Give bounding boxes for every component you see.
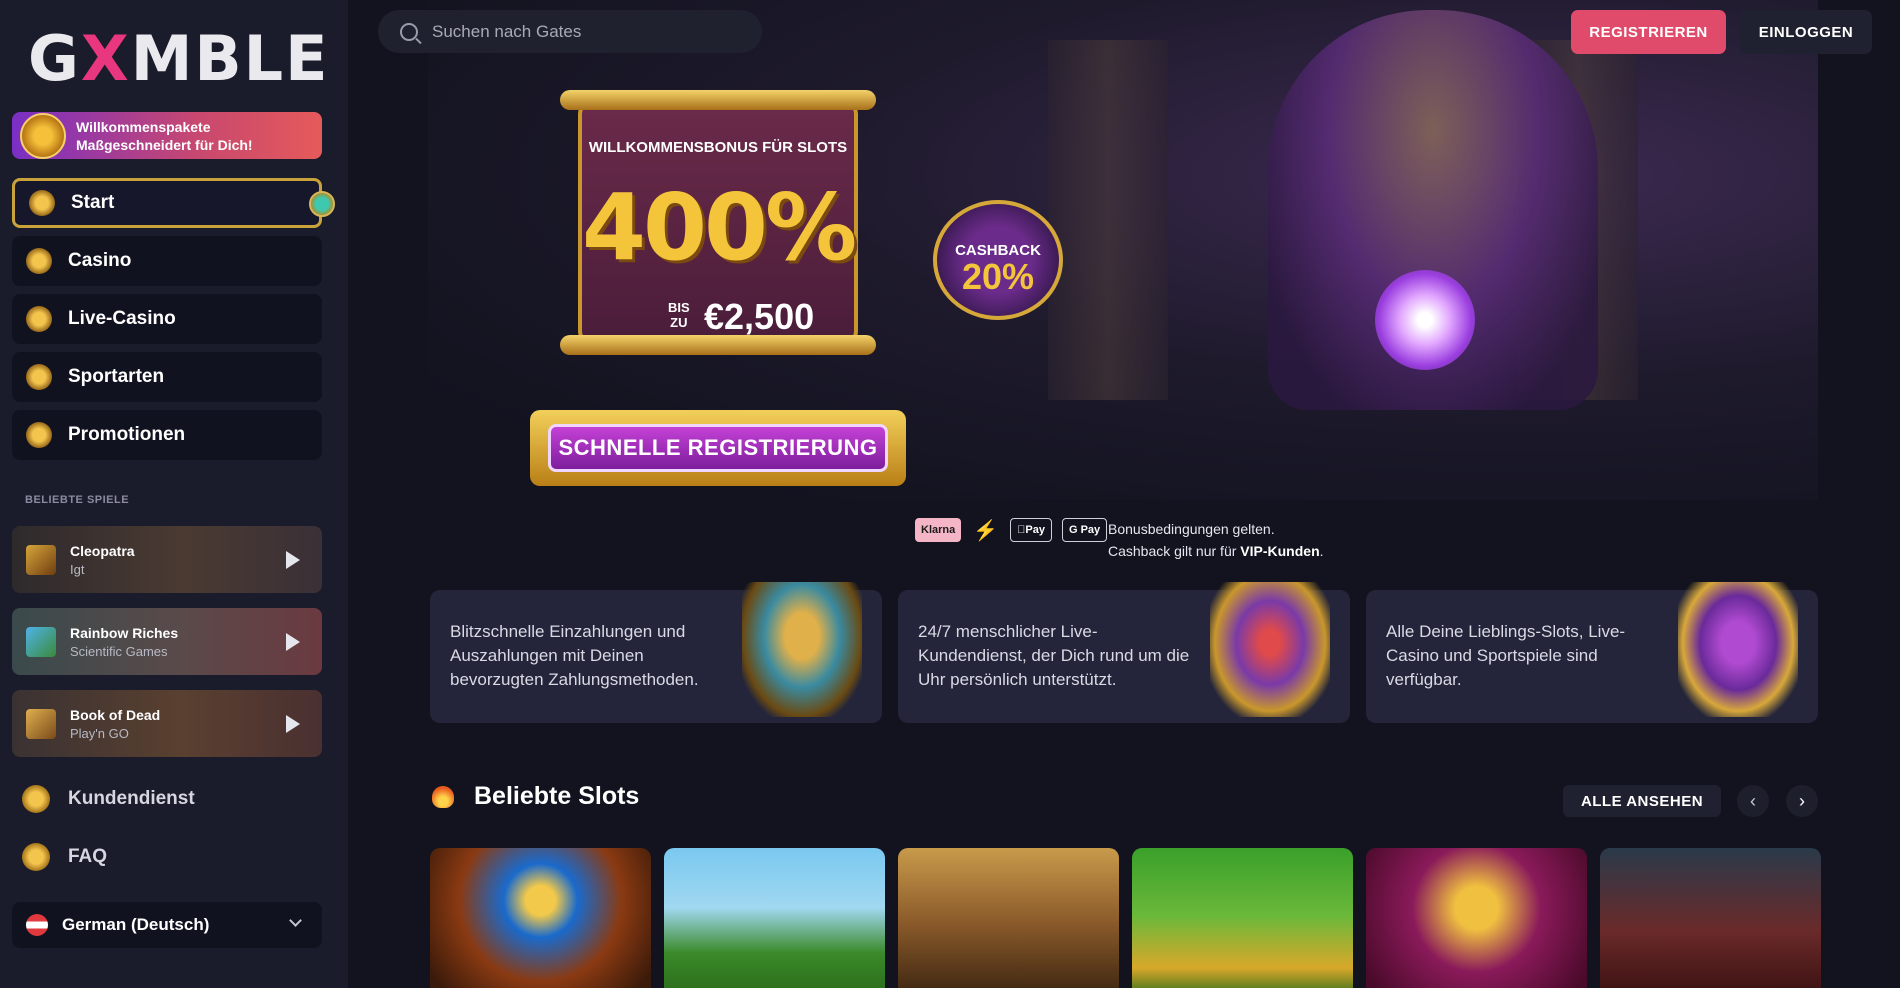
sidebar-item-sportarten[interactable]: Sportarten [12,352,322,402]
slot-tile-gold-coins[interactable] [1366,848,1587,988]
sidebar-item-faq[interactable]: FAQ [22,843,107,871]
slot-tile-women[interactable] [1600,848,1821,988]
slot-tile-adventurer[interactable] [898,848,1119,988]
chip-icon [26,248,52,274]
slot-tile-leprechaun[interactable] [664,848,885,988]
book-of-dead-thumbnail [26,708,56,739]
magic-book-icon [1210,582,1330,717]
gem-icon [309,191,335,217]
search-input[interactable] [432,21,732,42]
slot-tile-eye-of-horus[interactable] [430,848,651,988]
play-icon[interactable] [286,551,300,569]
game-card-cleopatra[interactable]: Cleopatra Igt [12,526,322,593]
popular-slots-header: Beliebte Slots [432,782,639,811]
promo-line2: Maßgeschneidert für Dich! [76,136,253,153]
rainbow-riches-thumbnail [26,626,56,657]
promo-line1: Willkommenspakete [76,118,211,135]
sidebar-item-casino[interactable]: Casino [12,236,322,286]
cashback-medallion: CASHBACK 20% [933,200,1063,320]
ball-icon [26,364,52,390]
sidebar-item-promotionen[interactable]: Promotionen [12,410,322,460]
feature-card-games: Alle Deine Lieblings-Slots, Live-Casino … [1366,582,1818,723]
temple-pillar [1048,40,1168,400]
bonus-heading: WILLKOMMENSBONUS FÜR SLOTS [588,139,848,156]
language-selector[interactable]: German (Deutsch) [12,902,322,948]
bonus-bis-zu: BIS ZU [668,300,690,330]
welcome-bonus-scroll: WILLKOMMENSBONUS FÜR SLOTS 400% BIS ZU €2… [560,90,876,355]
apple-pay-icon: Pay [1010,518,1052,542]
sidebar-item-kundendienst[interactable]: Kundendienst [22,785,195,813]
game-card-book-of-dead[interactable]: Book of Dead Play'n GO [12,690,322,757]
scroll-rod [560,90,876,110]
play-icon[interactable] [286,715,300,733]
hero-banner[interactable]: WILLKOMMENSBONUS FÜR SLOTS 400% BIS ZU €2… [428,0,1818,500]
carousel-prev-button[interactable]: ‹ [1737,785,1769,817]
austria-flag-icon [26,914,48,936]
play-icon[interactable] [286,633,300,651]
ankh-icon [26,422,52,448]
dice-icon [26,306,52,332]
popular-games-label: BELIEBTE SPIELE [25,494,130,506]
crystal-orb [1375,270,1475,370]
pharaoh-gold-icon [742,582,862,717]
question-icon [22,843,50,871]
bonus-amount: €2,500 [704,296,815,337]
bonus-terms: Bonusbedingungen gelten. Cashback gilt n… [1108,521,1324,559]
see-all-button[interactable]: ALLE ANSEHEN [1563,785,1721,817]
support-agent-icon [22,785,50,813]
logo[interactable]: GXMBLE [28,22,330,95]
fire-icon [432,785,454,808]
cleopatra-thumbnail [26,544,56,575]
feature-card-support: 24/7 menschlicher Live-Kundendienst, der… [898,582,1350,723]
game-card-rainbow-riches[interactable]: Rainbow Riches Scientific Games [12,608,322,675]
bonus-percent: 400% [582,174,857,281]
payment-methods: Klarna ⚡ Pay G Pay [915,518,1117,542]
sidebar-item-start[interactable]: Start [12,178,335,228]
cat-statue-dice-icon [1678,582,1798,717]
scroll-rod [560,335,876,355]
welcome-packages-banner[interactable]: Willkommenspakete Maßgeschneidert für Di… [12,112,322,159]
search-bar[interactable] [378,10,762,53]
sidebar: GXMBLE Willkommenspakete Maßgeschneidert… [0,0,348,988]
chevron-down-icon [289,914,302,927]
login-button[interactable]: EINLOGGEN [1740,10,1872,54]
pharaoh-emblem-icon [20,112,66,159]
pyramid-icon [29,190,55,216]
carousel-next-button[interactable]: › [1786,785,1818,817]
register-button[interactable]: REGISTRIEREN [1571,10,1726,54]
sidebar-item-live-casino[interactable]: Live-Casino [12,294,322,344]
lightning-icon: ⚡ [973,519,999,542]
google-pay-icon: G Pay [1061,518,1108,542]
feature-card-payments: Blitzschnelle Einzahlungen und Auszahlun… [430,582,882,723]
quick-register-button[interactable]: SCHNELLE REGISTRIERUNG [530,410,906,486]
slot-tile-lucky-leprechaun[interactable] [1132,848,1353,988]
popular-slots-title: Beliebte Slots [474,782,640,810]
search-icon [400,22,418,41]
klarna-icon: Klarna [915,518,962,542]
